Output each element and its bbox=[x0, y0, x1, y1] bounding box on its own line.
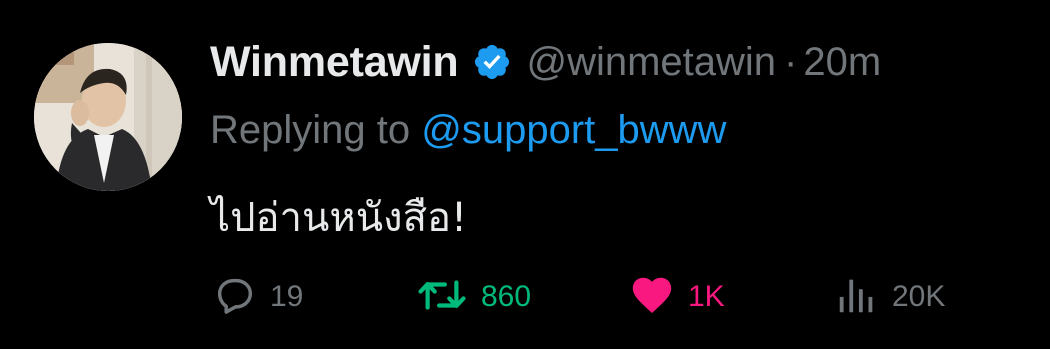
tweet[interactable]: Winmetawin @winmetawin · 20m Replying to… bbox=[0, 0, 1050, 349]
retweet-button[interactable]: 860 bbox=[415, 273, 531, 321]
view-count: 20K bbox=[892, 280, 946, 313]
avatar-photo bbox=[34, 43, 182, 191]
timestamp[interactable]: 20m bbox=[803, 40, 881, 85]
like-count: 1K bbox=[688, 280, 725, 313]
display-name[interactable]: Winmetawin bbox=[210, 38, 459, 87]
replying-to-handle-link[interactable]: @support_bwww bbox=[421, 108, 726, 152]
tweet-actions: 19 860 1K 20K bbox=[0, 273, 1050, 321]
verified-badge-icon bbox=[472, 42, 512, 82]
reply-button[interactable]: 19 bbox=[212, 273, 303, 321]
replying-to-label: Replying to bbox=[210, 108, 422, 152]
replying-to: Replying to @support_bwww bbox=[210, 108, 726, 153]
views-button[interactable]: 20K bbox=[834, 273, 945, 321]
avatar[interactable] bbox=[34, 43, 182, 191]
tweet-text: ไปอ่านหนังสือ! bbox=[210, 195, 468, 241]
like-button[interactable]: 1K bbox=[628, 273, 725, 321]
tweet-header: Winmetawin @winmetawin · 20m bbox=[210, 36, 881, 88]
bar-chart-icon bbox=[834, 272, 880, 323]
heart-filled-icon bbox=[628, 272, 676, 323]
reply-count: 19 bbox=[270, 280, 304, 313]
speech-bubble-icon bbox=[212, 272, 258, 323]
retweet-arrows-icon bbox=[415, 272, 469, 323]
user-handle[interactable]: @winmetawin bbox=[526, 40, 776, 85]
separator-dot: · bbox=[784, 39, 798, 84]
retweet-count: 860 bbox=[481, 280, 532, 313]
